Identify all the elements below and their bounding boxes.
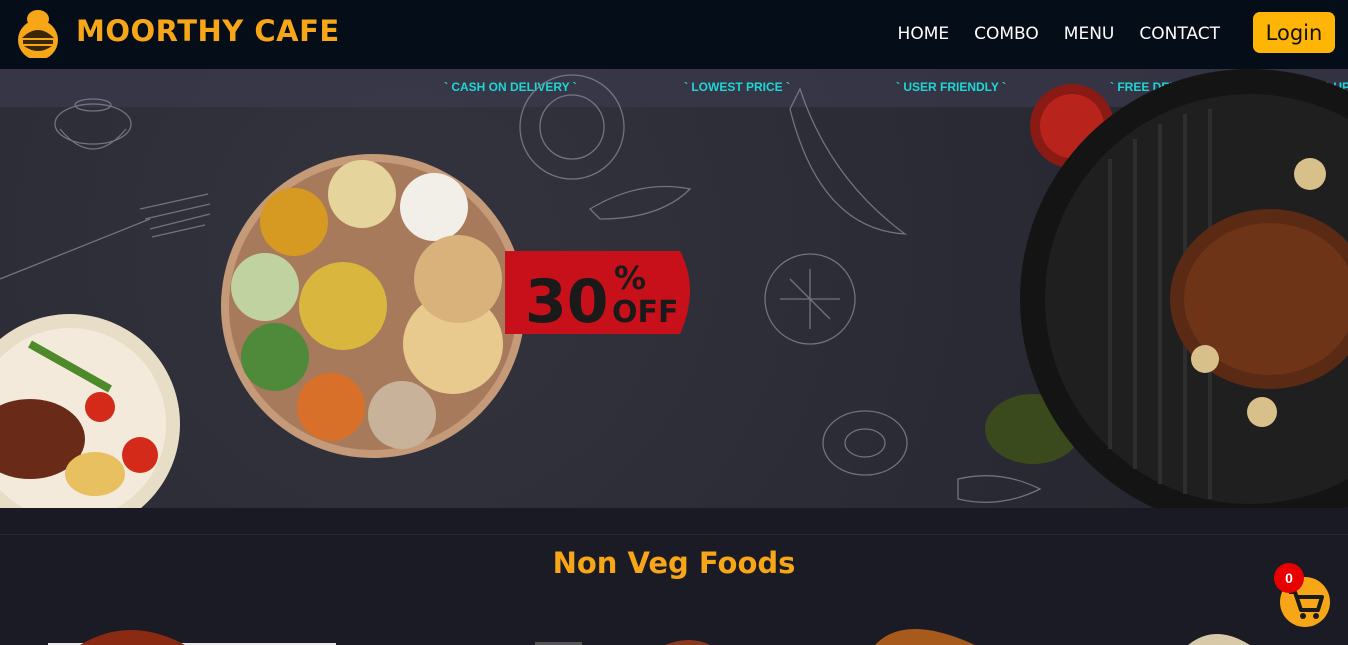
offer-word: OFF bbox=[612, 295, 679, 330]
section-title: Non Veg Foods bbox=[552, 546, 796, 580]
brand-name[interactable]: MOORTHY CAFE bbox=[76, 14, 340, 48]
herb-pile-image bbox=[985, 394, 1081, 464]
navbar: MOORTHY CAFE HOME COMBO MENU CONTACT Log… bbox=[0, 0, 1348, 69]
chef-burger-icon[interactable] bbox=[14, 8, 62, 58]
main-nav: HOME COMBO MENU CONTACT bbox=[898, 24, 1220, 44]
ticker-item: ` UP bbox=[1326, 80, 1348, 94]
cart-count-badge: 0 bbox=[1274, 563, 1304, 593]
thali-plate-image bbox=[221, 154, 525, 458]
fork-sketch-icon bbox=[0, 193, 211, 280]
login-button[interactable]: Login bbox=[1253, 12, 1335, 53]
hero-banner: ` CASH ON DELIVERY ` ` LOWEST PRICE ` ` … bbox=[0, 69, 1348, 508]
chili-sketch-icon bbox=[789, 87, 908, 235]
product-row-preview bbox=[48, 629, 1250, 645]
grill-pan-image bbox=[1020, 69, 1348, 508]
pasta-sketch-icon bbox=[957, 475, 1042, 503]
steak-plate-image bbox=[0, 314, 180, 508]
hero-artwork: 30 % OFF bbox=[0, 69, 1348, 508]
onion-sketch-icon bbox=[822, 410, 908, 476]
chicken-leg-image bbox=[875, 629, 975, 645]
dish-bowl-image bbox=[80, 630, 185, 645]
ticker-item: ` FREE DELIVERY ` bbox=[1110, 80, 1220, 94]
offer-percent: % bbox=[614, 259, 646, 297]
section-divider bbox=[0, 508, 1348, 535]
nav-menu[interactable]: MENU bbox=[1064, 24, 1115, 44]
ticker-item: ` LOWEST PRICE ` bbox=[684, 80, 790, 94]
nav-home[interactable]: HOME bbox=[898, 24, 950, 44]
ticker-item: ` USER FRIENDLY ` bbox=[896, 80, 1007, 94]
offer-value: 30 bbox=[525, 267, 609, 337]
discount-badge: 30 % OFF bbox=[505, 251, 690, 337]
fried-chicken-image bbox=[665, 640, 710, 645]
nav-contact[interactable]: CONTACT bbox=[1139, 24, 1220, 44]
bread-dish-image bbox=[1188, 634, 1250, 645]
herb-sketch-icon bbox=[588, 185, 692, 220]
garlic-sketch-icon bbox=[764, 253, 856, 345]
ticker-item: ` CASH ON DELIVERY ` bbox=[444, 80, 577, 94]
nav-combo[interactable]: COMBO bbox=[974, 24, 1039, 44]
feature-ticker: ` CASH ON DELIVERY ` ` LOWEST PRICE ` ` … bbox=[0, 69, 1348, 107]
